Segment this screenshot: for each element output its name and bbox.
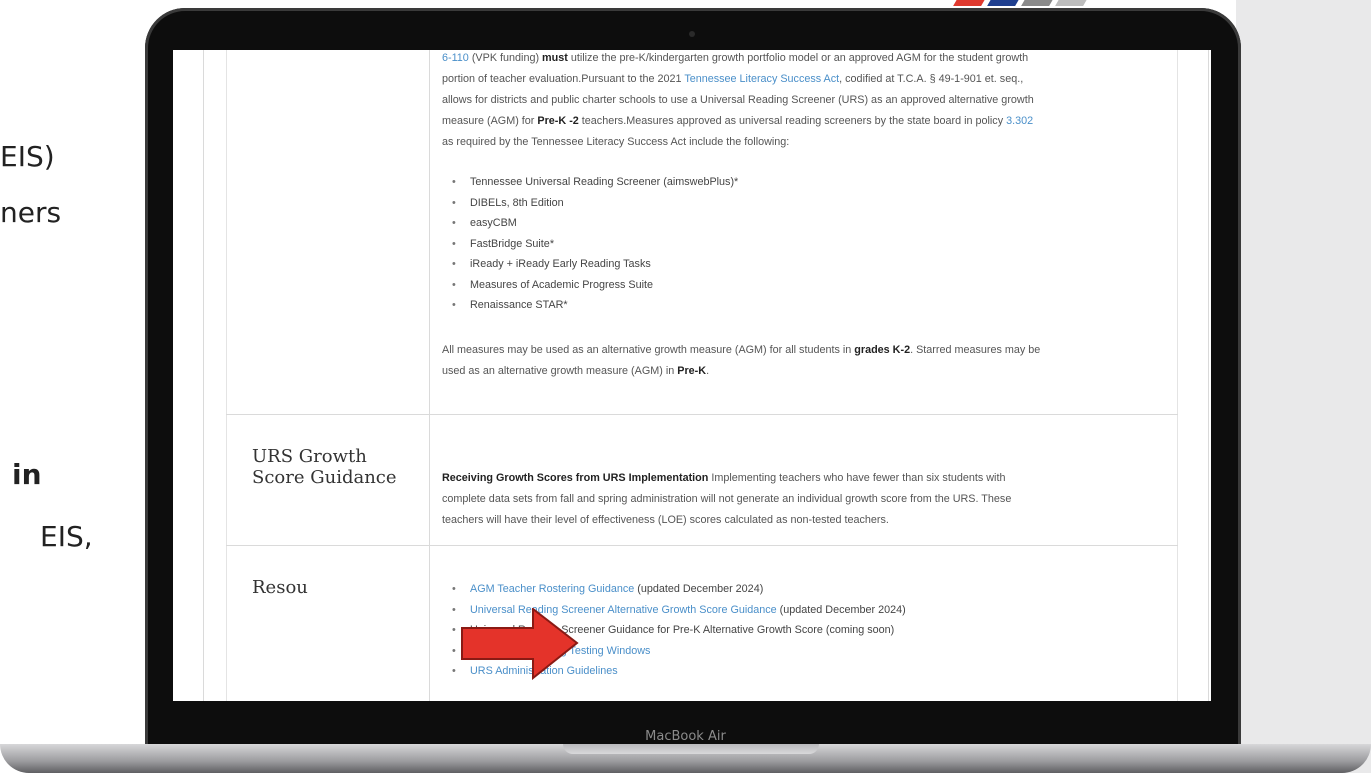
slide-text-fragment-2: ners [0, 196, 62, 229]
content-table: 6-110 (VPK funding) must utilize the pre… [203, 50, 1209, 701]
table-column-divider [429, 50, 430, 701]
urs-growth-heading: URS Growth Score Guidance [252, 446, 397, 488]
screener-list: Tennessee Universal Reading Screener (ai… [442, 172, 738, 316]
blue-stripe [987, 0, 1021, 6]
table-row-divider [226, 414, 1178, 415]
policy-link-3-302[interactable]: 3.302 [1006, 115, 1033, 127]
gray-stripe [1021, 0, 1055, 6]
slide-right-panel [1236, 0, 1371, 773]
list-item: DIBELs, 8th Edition [442, 193, 738, 214]
policy-link-6-110[interactable]: 6-110 [442, 52, 469, 64]
list-item: Tennessee Universal Reading Screener (ai… [442, 172, 738, 193]
webcam-icon [689, 31, 695, 37]
urs-growth-paragraph: Receiving Growth Scores from URS Impleme… [442, 472, 1012, 526]
intro-paragraph: 6-110 (VPK funding) must utilize the pre… [442, 52, 1034, 148]
measures-note: All measures may be used as an alternati… [442, 344, 1041, 377]
list-item: Measures of Academic Progress Suite [442, 275, 738, 296]
laptop-screen: 6-110 (VPK funding) must utilize the pre… [173, 50, 1211, 701]
slide-text-fragment-1: EIS) [0, 140, 55, 173]
red-stripe [953, 0, 987, 6]
list-item: iReady + iReady Early Reading Tasks [442, 254, 738, 275]
slide-text-fragment-4: EIS, [40, 520, 93, 553]
laptop-base-notch [563, 744, 819, 754]
tn-literacy-act-link[interactable]: Tennessee Literacy Success Act [684, 73, 839, 85]
list-item: FastBridge Suite* [442, 234, 738, 255]
laptop-model-label: MacBook Air [645, 729, 726, 744]
light-gray-stripe [1055, 0, 1089, 6]
brand-stripes-logo [950, 0, 1110, 8]
slide-text-fragment-3: in [12, 458, 42, 491]
list-item: Renaissance STAR* [442, 295, 738, 316]
red-arrow-icon [461, 608, 579, 680]
list-item: easyCBM [442, 213, 738, 234]
list-item: AGM Teacher Rostering Guidance (updated … [442, 579, 906, 600]
table-row-divider [226, 545, 1178, 546]
resources-heading: Resou [252, 577, 308, 598]
agm-rostering-guidance-link[interactable]: AGM Teacher Rostering Guidance [470, 583, 634, 595]
